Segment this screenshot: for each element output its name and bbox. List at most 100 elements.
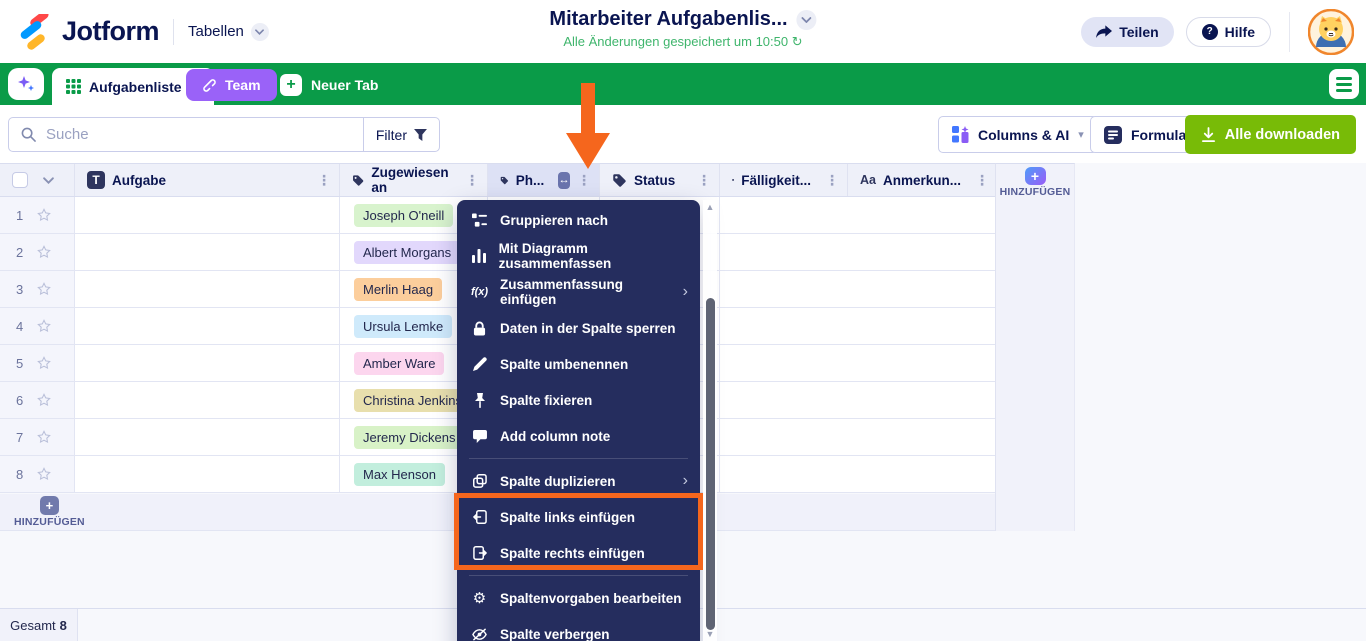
formular-label: Formular	[1131, 127, 1192, 143]
divider	[1289, 12, 1290, 52]
star-icon[interactable]	[36, 392, 52, 408]
star-icon[interactable]	[36, 244, 52, 260]
menu-item-label: Add column note	[500, 429, 610, 444]
cell-aufgabe[interactable]	[75, 197, 340, 233]
add-row-button[interactable]: + HINZUFÜGEN	[14, 496, 85, 528]
cell-aufgabe[interactable]	[75, 382, 340, 418]
autosave-status: Alle Änderungen gespeichert um 10:50 ↻	[549, 34, 816, 50]
menu-item-spaltenvorgaben-bearbeiten[interactable]: ⚙ Spaltenvorgaben bearbeiten	[457, 580, 700, 616]
column-menu-icon[interactable]: ⋮	[317, 173, 331, 187]
menu-item-spalte-links-einfuegen[interactable]: Spalte links einfügen	[457, 499, 700, 535]
help-button[interactable]: ? Hilfe	[1186, 17, 1271, 47]
column-label: Fälligkeit...	[741, 173, 811, 188]
user-avatar[interactable]	[1308, 9, 1354, 55]
assignee-chip[interactable]: Christina Jenkins	[354, 389, 471, 412]
column-menu-icon[interactable]: ⋮	[577, 173, 591, 187]
cell-aufgabe[interactable]	[75, 419, 340, 455]
menu-item-spalte-fixieren[interactable]: Spalte fixieren	[457, 382, 700, 418]
column-header-zugewiesen-an[interactable]: Zugewiesen an ⋮	[340, 164, 488, 196]
menu-item-label: Daten in der Spalte sperren	[500, 321, 676, 336]
new-tab-button[interactable]: + Neuer Tab	[280, 69, 378, 101]
cell-aufgabe[interactable]	[75, 271, 340, 307]
cell-anmerkung[interactable]	[720, 345, 848, 381]
cell-aufgabe[interactable]	[75, 234, 340, 270]
column-menu-icon[interactable]: ⋮	[825, 173, 839, 187]
menu-item-spalte-verbergen[interactable]: Spalte verbergen	[457, 616, 700, 641]
insert-column-left-icon	[471, 510, 488, 524]
assignee-chip[interactable]: Merlin Haag	[354, 278, 442, 301]
download-all-label: Alle downloaden	[1225, 127, 1340, 143]
menu-item-spalte-duplizieren[interactable]: Spalte duplizieren ›	[457, 463, 700, 499]
columns-ai-button[interactable]: Columns & AI ▾	[938, 116, 1098, 153]
filter-button[interactable]: Filter	[363, 118, 439, 151]
cell-aufgabe[interactable]	[75, 345, 340, 381]
scrollbar-thumb[interactable]	[706, 298, 715, 630]
table-header-row: T Aufgabe ⋮ Zugewiesen an ⋮ Ph... ↔ ⋮ St…	[0, 163, 995, 197]
star-icon[interactable]	[36, 207, 52, 223]
add-column-button[interactable]: + HINZUFÜGEN	[996, 164, 1074, 198]
menu-item-diagramm[interactable]: Mit Diagramm zusammenfassen	[457, 238, 700, 274]
cell-anmerkung[interactable]	[720, 308, 848, 344]
ai-sparkle-button[interactable]	[8, 68, 44, 100]
menu-item-zusammenfassung[interactable]: f(x) Zusammenfassung einfügen ›	[457, 274, 700, 310]
tab-list-menu-button[interactable]	[1329, 69, 1359, 99]
assignee-chip[interactable]: Jeremy Dickens	[354, 426, 464, 449]
menu-item-spalte-umbenennen[interactable]: Spalte umbenennen	[457, 346, 700, 382]
row-number: 4	[16, 319, 26, 334]
cell-anmerkung[interactable]	[720, 456, 848, 492]
star-icon[interactable]	[36, 281, 52, 297]
search-input[interactable]	[46, 126, 363, 143]
assignee-chip[interactable]: Ursula Lemke	[354, 315, 452, 338]
bar-chart-icon	[471, 249, 487, 263]
menu-item-add-column-note[interactable]: Add column note	[457, 418, 700, 454]
cell-anmerkung[interactable]	[720, 197, 848, 233]
column-menu-icon[interactable]: ⋮	[975, 173, 989, 187]
column-header-faelligkeit[interactable]: 10 Fälligkeit... ⋮	[720, 164, 848, 196]
assignee-chip[interactable]: Max Henson	[354, 463, 445, 486]
star-icon[interactable]	[36, 466, 52, 482]
menu-item-spalte-rechts-einfuegen[interactable]: Spalte rechts einfügen	[457, 535, 700, 571]
scroll-down-icon[interactable]: ▼	[703, 629, 717, 639]
assignee-chip[interactable]: Joseph O'neill	[354, 204, 453, 227]
menu-item-label: Spalte fixieren	[500, 393, 592, 408]
menu-item-spalte-sperren[interactable]: Daten in der Spalte sperren	[457, 310, 700, 346]
pencil-icon	[471, 357, 488, 371]
plus-icon: +	[40, 496, 59, 515]
gear-icon: ⚙	[471, 591, 488, 606]
cell-anmerkung[interactable]	[720, 271, 848, 307]
column-header-anmerkung[interactable]: Aa Anmerkun... ⋮	[848, 164, 995, 196]
column-header-aufgabe[interactable]: T Aufgabe ⋮	[75, 164, 340, 196]
tabellen-dropdown[interactable]: Tabellen	[188, 23, 269, 41]
column-header-ph[interactable]: Ph... ↔ ⋮	[488, 164, 600, 196]
new-tab-label: Neuer Tab	[311, 77, 378, 93]
title-chevron-button[interactable]	[797, 10, 817, 30]
select-all-checkbox[interactable]	[12, 172, 28, 188]
total-count: Gesamt 8	[0, 609, 78, 641]
assignee-chip[interactable]: Amber Ware	[354, 352, 444, 375]
tab-team[interactable]: Team	[186, 69, 277, 101]
row-number: 8	[16, 467, 26, 482]
cell-aufgabe[interactable]	[75, 308, 340, 344]
row-number: 7	[16, 430, 26, 445]
star-icon[interactable]	[36, 318, 52, 334]
download-all-button[interactable]: Alle downloaden	[1185, 115, 1356, 154]
column-menu-icon[interactable]: ⋮	[465, 173, 479, 187]
cell-anmerkung[interactable]	[720, 419, 848, 455]
share-button[interactable]: Teilen	[1081, 17, 1173, 47]
question-icon: ?	[1202, 24, 1218, 40]
jotform-logo[interactable]: Jotform	[18, 14, 159, 50]
column-width-icon[interactable]: ↔	[558, 172, 570, 189]
column-header-status[interactable]: Status ⋮	[600, 164, 720, 196]
menu-scrollbar[interactable]: ▲ ▼	[703, 200, 717, 641]
cell-aufgabe[interactable]	[75, 456, 340, 492]
cell-anmerkung[interactable]	[720, 382, 848, 418]
group-by-icon	[471, 213, 488, 227]
menu-item-gruppieren-nach[interactable]: Gruppieren nach	[457, 202, 700, 238]
assignee-chip[interactable]: Albert Morgans	[354, 241, 460, 264]
chevron-down-icon[interactable]	[43, 177, 54, 184]
star-icon[interactable]	[36, 429, 52, 445]
cell-anmerkung[interactable]	[720, 234, 848, 270]
column-menu-icon[interactable]: ⋮	[697, 173, 711, 187]
scroll-up-icon[interactable]: ▲	[703, 202, 717, 212]
star-icon[interactable]	[36, 355, 52, 371]
